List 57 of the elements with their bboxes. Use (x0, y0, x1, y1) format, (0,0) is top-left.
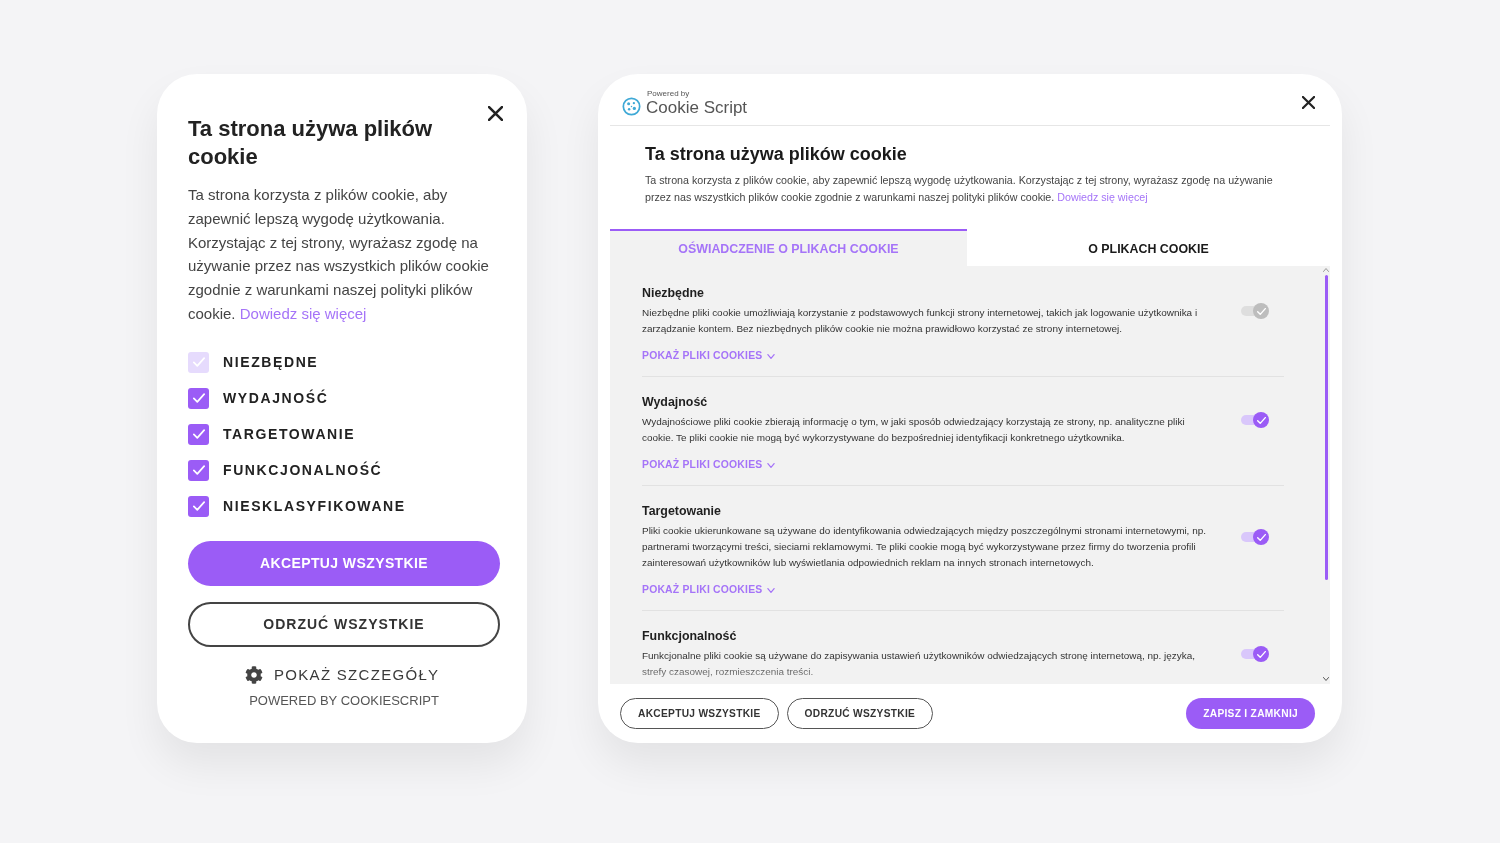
cookie-logo-icon (622, 96, 641, 116)
show-cookies-link[interactable]: POKAŻ PLIKI COOKIES (642, 583, 776, 597)
reject-all-button[interactable]: ODRZUĆ WSZYSTKIE (188, 601, 500, 647)
category-title: Funkcjonalność (642, 628, 738, 644)
check-icon (192, 501, 205, 512)
check-icon (1256, 533, 1266, 541)
show-cookies-link[interactable]: POKAŻ PLIKI COOKIES (642, 458, 776, 472)
accept-all-button[interactable]: AKCEPTUJ WSZYSTKIE (188, 540, 500, 586)
category-description: Pliki cookie ukierunkowane są używane do identyfikowania odwiedzających między poszczególnymi stronami internetowymi, np. partnerami tworzącymi treści, sieciami reklamowymi. Te pliki cookie mogą być wykorzystywane przez firmy do tworzenia profili zainteresowań użytkowników lub wyświetlania odpowiednich reklam na innych stronach internetowych. (642, 524, 1207, 570)
scroll-down-icon[interactable] (1323, 677, 1329, 681)
checkbox[interactable] (188, 387, 209, 409)
banner-description: Ta strona korzysta z plików cookie, aby zapewnić lepszą wygodę użytkowania. Korzystając z tej strony, wyrażasz zgodę na używanie przez nas wszystkich plików cookie zgodnie z warunkami naszej polityki plików cookie. Dowiedz się więcej (188, 185, 490, 324)
chevron-down-icon (767, 462, 776, 468)
category-title: Wydajność (642, 394, 709, 410)
footer-button[interactable]: AKCEPTUJ WSZYSTKIE (620, 698, 779, 729)
checkbox-label: TARGETOWANIE (223, 426, 356, 443)
checkbox[interactable] (188, 459, 209, 481)
check-icon (1256, 650, 1266, 658)
chevron-down-icon (767, 353, 776, 359)
category-description: Wydajnościowe pliki cookie zbierają informację o tym, w jaki sposób odwiedzający korzystają ze strony, np. analityczne pliki cookie. Te pliki cookie nie mogą być wykorzystywane do bezpośredniej identyfikacji konkretnego użytkownika. (642, 415, 1186, 445)
category-description: Funkcjonalne pliki cookie są używane do zapisywania ustawień użytkowników odwiedzających stronę internetową, np. języka, strefy czasowej, rozmieszczenia treści. (642, 649, 1196, 679)
gear-icon (245, 665, 263, 684)
check-icon (192, 429, 205, 440)
powered-by-text: POWERED BY COOKIESCRIPT (248, 692, 440, 708)
show-details-button[interactable]: POKAŻ SZCZEGÓŁY (245, 665, 440, 684)
footer-button[interactable]: ODRZUĆ WSZYSTKIE (786, 698, 934, 729)
learn-more-link[interactable]: Dowiedz się więcej (239, 305, 367, 322)
scroll-up-icon[interactable] (1323, 268, 1329, 272)
checkbox-label: NIEZBĘDNE (223, 354, 319, 371)
dialog-description: Ta strona korzysta z plików cookie, aby zapewnić lepszą wygodę użytkowania. Korzystając z tej strony, wyrażasz zgodę na używanie przez nas wszystkich plików cookie zgodnie z warunkami naszej polityki plików cookie. Dowiedz się więcej (645, 173, 1274, 205)
logo-text: Cookie Script (646, 97, 748, 117)
toggle-switch[interactable] (1241, 412, 1269, 428)
check-icon (192, 357, 205, 368)
category-title: Targetowanie (642, 503, 722, 519)
close-icon[interactable] (488, 106, 503, 121)
scrollbar-thumb[interactable] (1324, 275, 1328, 580)
checkbox-label: FUNKCJONALNOŚĆ (223, 462, 383, 479)
check-icon (192, 465, 205, 476)
toggle-switch[interactable] (1241, 646, 1269, 662)
dialog-title: Ta strona używa plików cookie (645, 143, 908, 166)
checkbox-label: NIESKLASYFIKOWANE (223, 498, 406, 515)
category-title: Niezbędne (642, 285, 705, 301)
banner-title: Ta strona używa plików cookie (188, 115, 434, 171)
checkbox[interactable] (188, 495, 209, 517)
close-icon[interactable] (1302, 96, 1315, 109)
toggle-switch[interactable] (1241, 529, 1269, 545)
logo-caption: Powered by (647, 88, 691, 98)
save-and-close-button[interactable]: ZAPISZ I ZAMKNIJ (1186, 698, 1315, 729)
tab[interactable]: OŚWIADCZENIE O PLIKACH COOKIE (610, 229, 967, 266)
chevron-down-icon (767, 587, 776, 593)
check-icon (1256, 416, 1266, 424)
check-icon (1256, 307, 1266, 315)
check-icon (192, 393, 205, 404)
checkbox-label: WYDAJNOŚĆ (223, 390, 329, 407)
learn-more-link[interactable]: Dowiedz się więcej (1057, 191, 1148, 203)
checkbox[interactable] (188, 423, 209, 445)
category-description: Niezbędne pliki cookie umożliwiają korzystanie z podstawowych funkcji strony internetowej, takich jak logowanie użytkownika i zarządzanie kontem. Bez niezbędnych plików cookie nie można prawidłowo korzystać ze strony internetowej. (642, 306, 1199, 336)
